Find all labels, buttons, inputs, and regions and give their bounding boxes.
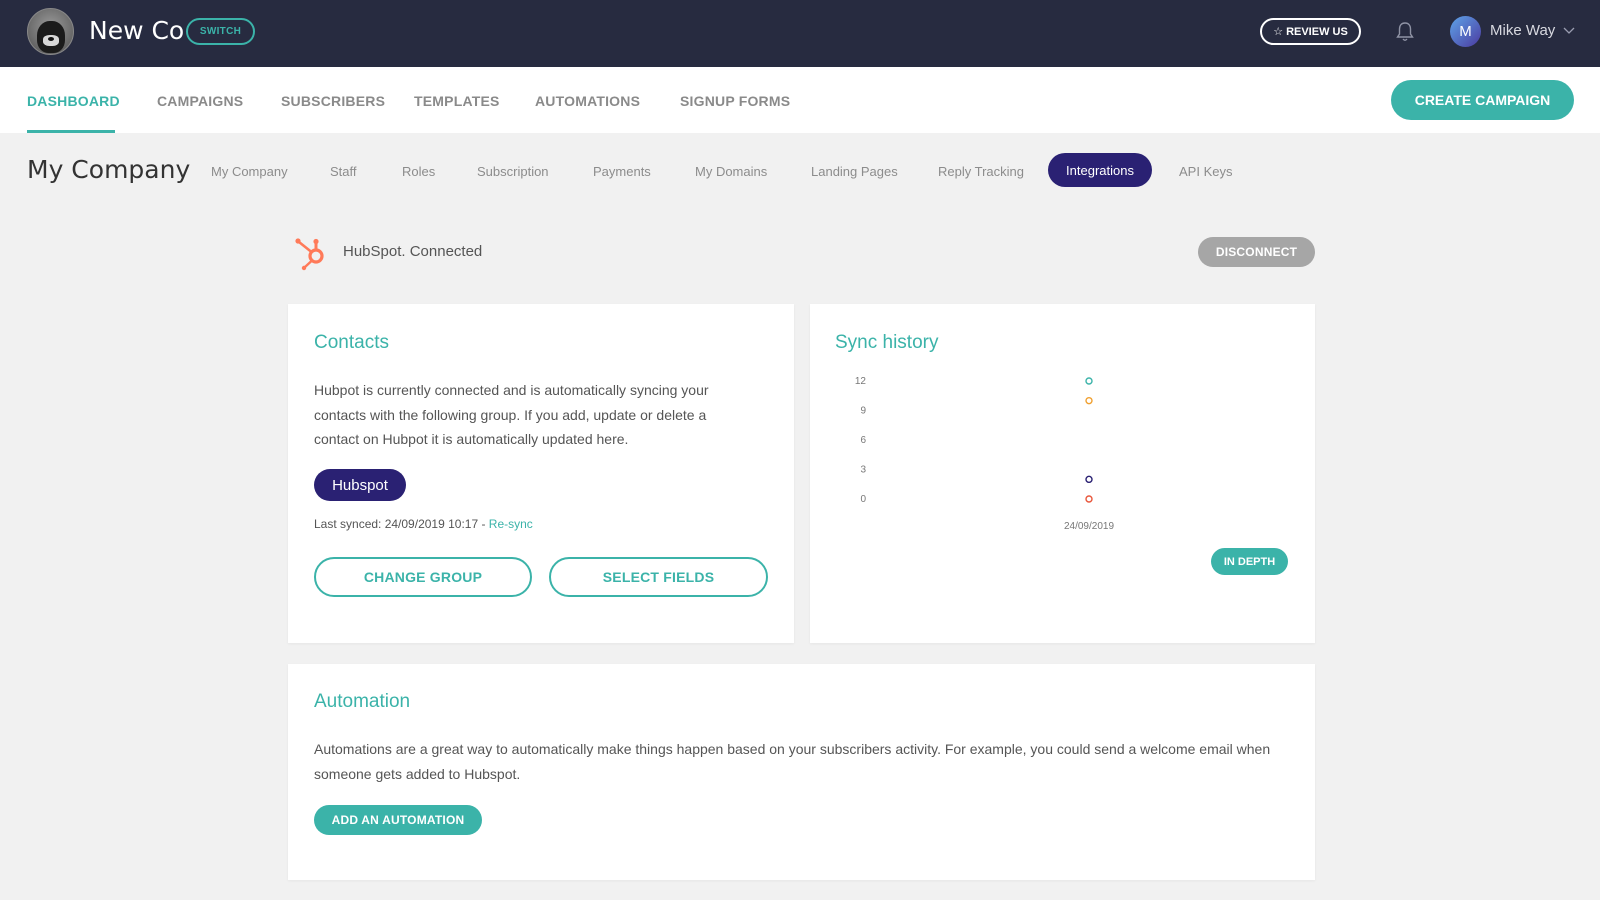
- hubspot-logo-icon: [295, 238, 324, 271]
- nav-active-indicator: [27, 130, 115, 133]
- nav-campaigns[interactable]: CAMPAIGNS: [157, 93, 243, 109]
- main-nav: DASHBOARD CAMPAIGNS SUBSCRIBERS TEMPLATE…: [0, 67, 1600, 133]
- subnav-staff[interactable]: Staff: [330, 164, 357, 179]
- sync-history-title: Sync history: [835, 332, 939, 353]
- contacts-description: Hubpot is currently connected and is aut…: [314, 382, 709, 447]
- subnav-api-keys[interactable]: API Keys: [1179, 164, 1232, 179]
- nav-dashboard[interactable]: DASHBOARD: [27, 93, 120, 109]
- last-synced: Last synced: 24/09/2019 10:17 - Re-sync: [314, 517, 533, 531]
- change-group-button[interactable]: CHANGE GROUP: [314, 557, 532, 597]
- last-synced-text: Last synced: 24/09/2019 10:17 -: [314, 517, 489, 531]
- star-icon: ☆: [1273, 26, 1284, 38]
- nav-templates[interactable]: TEMPLATES: [414, 93, 500, 109]
- integration-status: HubSpot. Connected: [343, 243, 483, 260]
- bell-icon[interactable]: [1395, 21, 1415, 43]
- nav-subscribers[interactable]: SUBSCRIBERS: [281, 93, 385, 109]
- sync-history-card: Sync history 0 3 6 9 12 24/09/2019 IN DEPTH: [810, 304, 1315, 643]
- nav-automations[interactable]: AUTOMATIONS: [535, 93, 640, 109]
- top-bar: New Co SWITCH ☆ REVIEW US M Mike Way: [0, 0, 1600, 67]
- user-avatar[interactable]: M: [1450, 16, 1481, 47]
- user-name[interactable]: Mike Way: [1490, 22, 1555, 39]
- select-fields-button[interactable]: SELECT FIELDS: [549, 557, 768, 597]
- disconnect-button[interactable]: DISCONNECT: [1198, 237, 1315, 267]
- review-us-label: REVIEW US: [1286, 25, 1348, 38]
- y-tick-label: 6: [860, 435, 866, 446]
- sync-history-chart: 0 3 6 9 12 24/09/2019: [855, 376, 1115, 532]
- subnav-reply-tracking[interactable]: Reply Tracking: [938, 164, 1024, 179]
- y-tick-label: 0: [860, 494, 866, 505]
- switch-button[interactable]: SWITCH: [186, 18, 255, 45]
- data-point-series-3[interactable]: [1085, 475, 1093, 484]
- group-badge[interactable]: Hubspot: [314, 469, 406, 501]
- automation-card: Automation Automations are a great way t…: [288, 664, 1315, 880]
- create-campaign-button[interactable]: CREATE CAMPAIGN: [1391, 80, 1574, 120]
- y-tick-label: 9: [860, 406, 866, 417]
- subnav-landing-pages[interactable]: Landing Pages: [811, 164, 898, 179]
- subnav-my-domains[interactable]: My Domains: [695, 164, 767, 179]
- automation-description: Automations are a great way to automatic…: [314, 741, 1271, 782]
- contacts-title: Contacts: [314, 332, 389, 353]
- add-automation-button[interactable]: ADD AN AUTOMATION: [314, 805, 482, 835]
- nav-signup-forms[interactable]: SIGNUP FORMS: [680, 93, 790, 109]
- x-tick-label: 24/09/2019: [1064, 521, 1114, 532]
- y-tick-label: 3: [860, 465, 866, 476]
- company-logo[interactable]: [27, 8, 74, 55]
- subnav-integrations[interactable]: Integrations: [1048, 153, 1152, 187]
- review-us-button[interactable]: ☆ REVIEW US: [1260, 18, 1361, 45]
- resync-link[interactable]: Re-sync: [489, 517, 533, 531]
- subnav-my-company[interactable]: My Company: [211, 164, 288, 179]
- automation-title: Automation: [314, 691, 411, 712]
- contacts-card: Contacts Hubpot is currently connected a…: [288, 304, 794, 643]
- subnav-subscription[interactable]: Subscription: [477, 164, 549, 179]
- company-name: New Co: [89, 16, 185, 45]
- subnav-roles[interactable]: Roles: [402, 164, 435, 179]
- data-point-series-1[interactable]: [1085, 377, 1093, 385]
- y-tick-label: 12: [855, 376, 867, 387]
- in-depth-button[interactable]: IN DEPTH: [1211, 548, 1288, 575]
- data-point-series-4[interactable]: [1085, 495, 1093, 503]
- subnav-payments[interactable]: Payments: [593, 164, 651, 179]
- data-point-series-2[interactable]: [1085, 396, 1093, 405]
- chevron-down-icon[interactable]: [1563, 24, 1575, 36]
- page-title: My Company: [27, 155, 191, 184]
